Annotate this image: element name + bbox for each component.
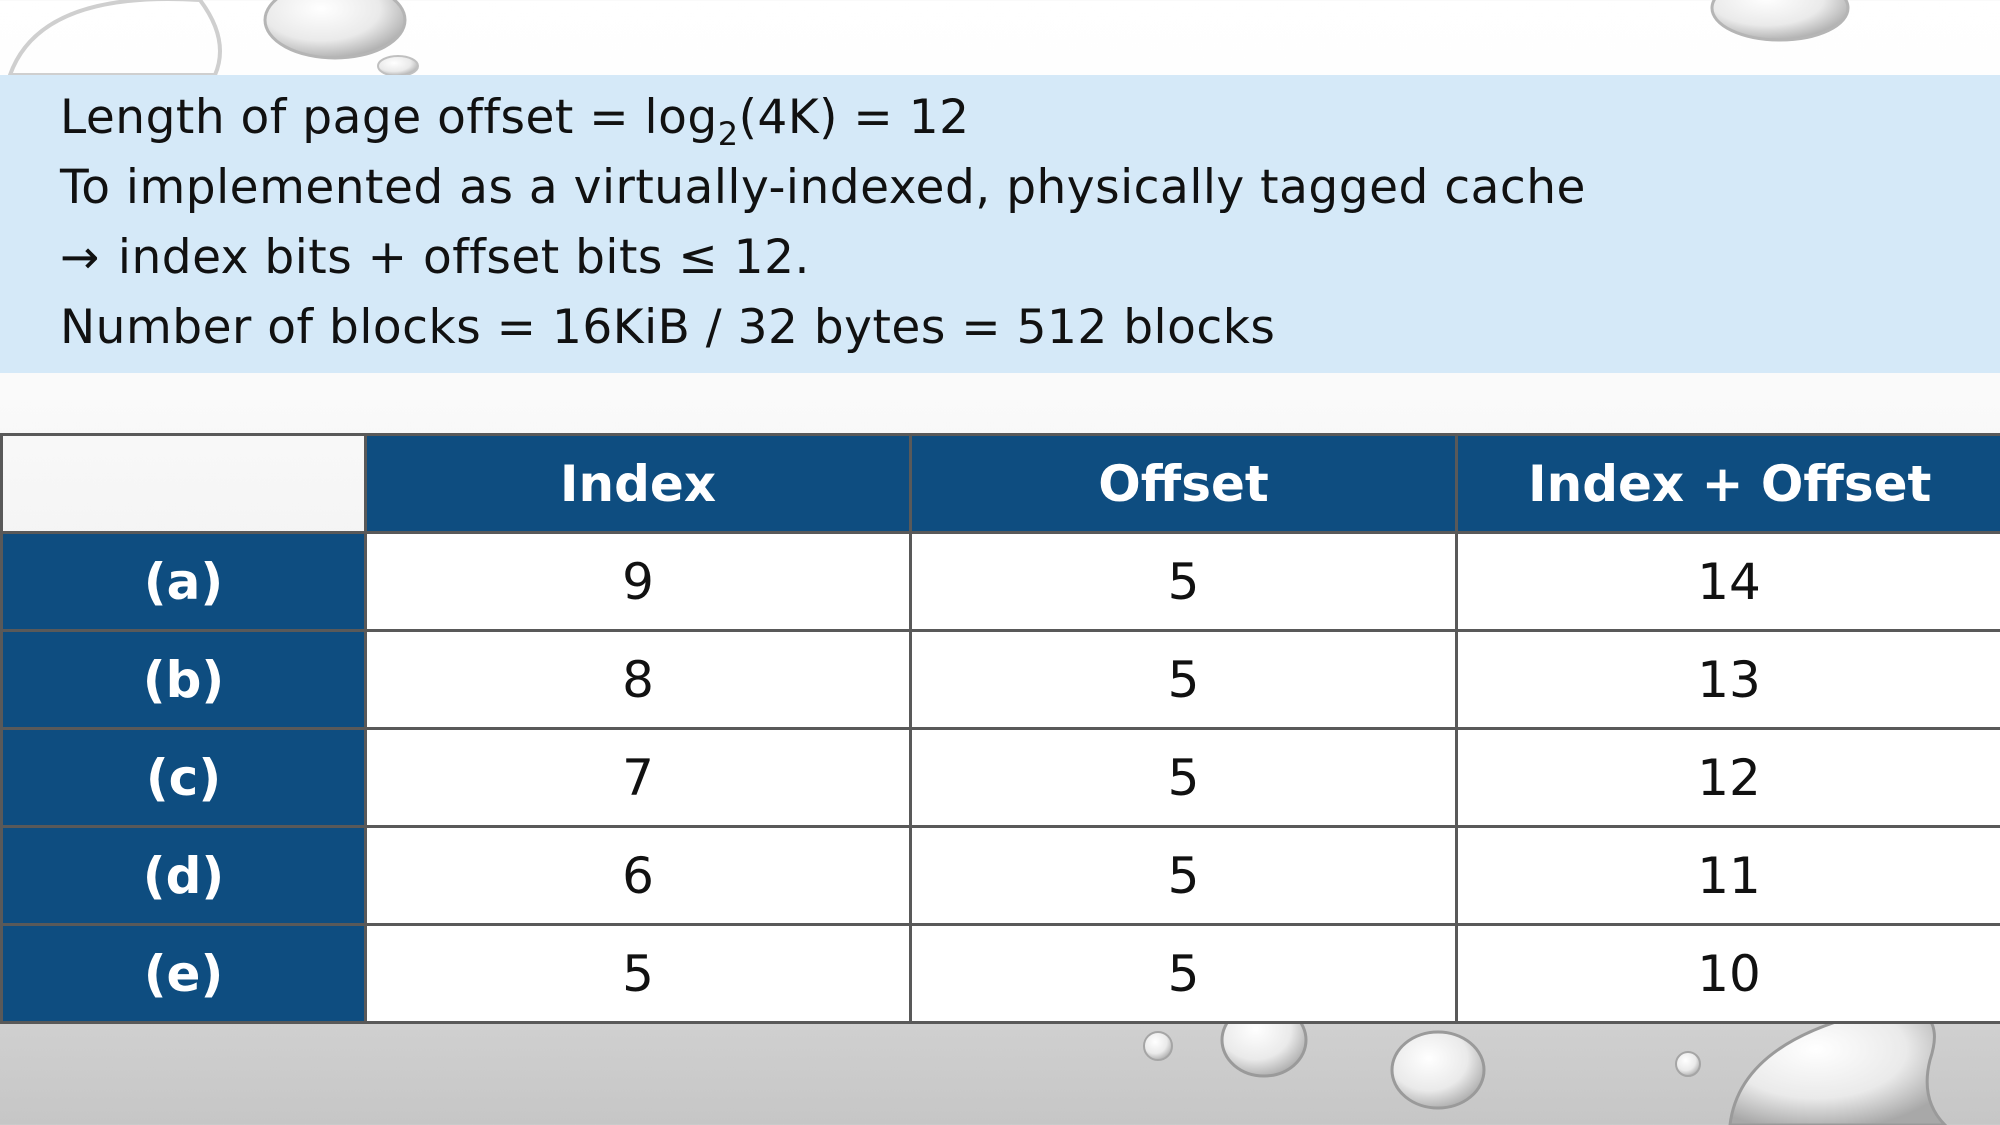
cell-sum: 13	[1455, 629, 2000, 730]
cell-sum: 14	[1455, 531, 2000, 632]
table-row: (b) 8 5 13	[0, 629, 2000, 730]
row-label: (b)	[0, 629, 367, 730]
header-index-plus-offset: Index + Offset	[1455, 433, 2000, 534]
cell-index: 6	[364, 825, 912, 926]
header-index: Index	[364, 433, 912, 534]
cell-sum: 10	[1455, 923, 2000, 1024]
index-offset-table: Index Offset Index + Offset (a) 9 5 14 (…	[0, 433, 2000, 1024]
row-label: (a)	[0, 531, 367, 632]
cell-index: 8	[364, 629, 912, 730]
row-label: (e)	[0, 923, 367, 1024]
table-row: (e) 5 5 10	[0, 923, 2000, 1024]
cell-offset: 5	[909, 531, 1458, 632]
cell-offset: 5	[909, 923, 1458, 1024]
cell-offset: 5	[909, 825, 1458, 926]
cell-index: 5	[364, 923, 912, 1024]
table-header-row: Index Offset Index + Offset	[0, 433, 2000, 534]
cell-sum: 11	[1455, 825, 2000, 926]
row-label: (c)	[0, 727, 367, 828]
table-row: (a) 9 5 14	[0, 531, 2000, 632]
table-row: (d) 6 5 11	[0, 825, 2000, 926]
top-drops	[7, 0, 1850, 77]
log-base-subscript: 2	[717, 115, 739, 153]
cell-index: 7	[364, 727, 912, 828]
cell-offset: 5	[909, 727, 1458, 828]
right-arrow-icon: →	[60, 230, 100, 285]
cell-sum: 12	[1455, 727, 2000, 828]
page-offset-line: Length of page offset = log2(4K) = 12	[60, 90, 970, 153]
cell-index: 9	[364, 531, 912, 632]
header-offset: Offset	[909, 433, 1458, 534]
constraint-line: → index bits + offset bits ≤ 12.	[60, 230, 810, 285]
table-corner	[0, 433, 367, 534]
row-label: (d)	[0, 825, 367, 926]
vipt-line: To implemented as a virtually-indexed, p…	[60, 160, 1586, 215]
table-row: (c) 7 5 12	[0, 727, 2000, 828]
blocks-count-line: Number of blocks = 16KiB / 32 bytes = 51…	[60, 300, 1276, 355]
cell-offset: 5	[909, 629, 1458, 730]
